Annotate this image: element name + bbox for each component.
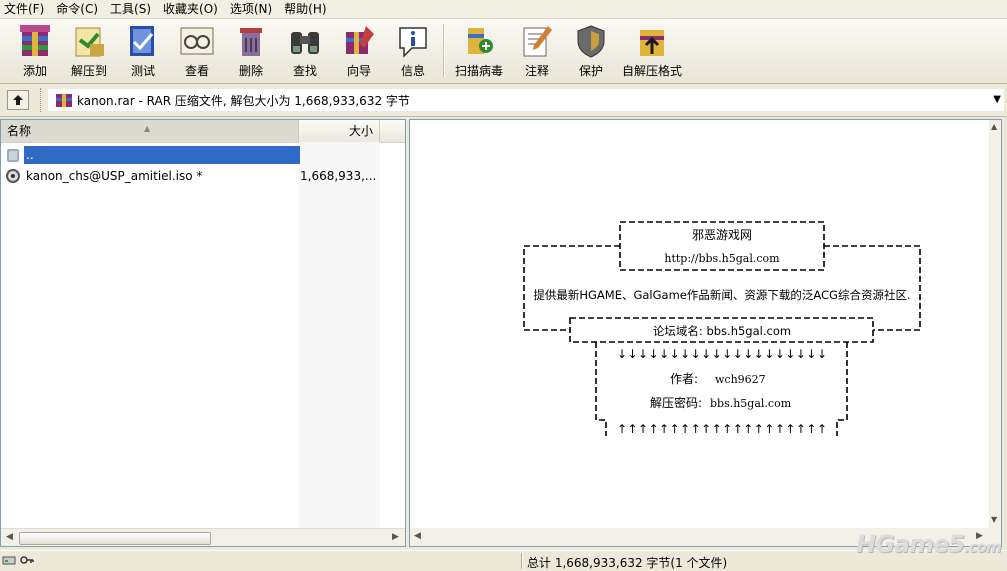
test-icon (130, 26, 154, 56)
view-button[interactable]: 查看 (170, 19, 224, 81)
drive-icon[interactable] (2, 554, 16, 566)
add-button[interactable]: 添加 (8, 19, 62, 81)
menu-command[interactable]: 命令(C) (50, 0, 104, 18)
status-icons (2, 554, 34, 566)
up-folder-button[interactable] (7, 90, 29, 110)
row-name: kanon_chs@USP_amitiel.iso * (26, 169, 203, 183)
down-arrow-row: ↓↓↓↓↓↓↓↓↓↓↓↓↓↓↓↓↓↓↓↓ (617, 347, 827, 361)
site-watermark: HGame5.com (856, 530, 1001, 558)
delete-label: 删除 (238, 64, 263, 78)
comment-icon (523, 26, 552, 57)
view-label: 查看 (184, 64, 209, 78)
author-value: wch9627 (715, 373, 766, 386)
sfx-button[interactable]: 自解压格式 (618, 19, 686, 81)
delete-icon (240, 28, 262, 56)
parent-folder-icon (7, 149, 19, 162)
row-size: 1,668,933,... (300, 169, 376, 183)
menu-favorites[interactable]: 收藏夹(O) (157, 0, 224, 18)
size-column-background (299, 142, 380, 528)
virus-scan-icon (468, 28, 493, 54)
comment-button[interactable]: 注释 (510, 19, 564, 81)
find-label: 查找 (292, 64, 317, 78)
delete-button[interactable]: 删除 (224, 19, 278, 81)
lower-box-right (836, 342, 848, 436)
menu-tools[interactable]: 工具(S) (104, 0, 157, 18)
menu-bar: 文件(F) 命令(C) 工具(S) 收藏夹(O) 选项(N) 帮助(H) (0, 0, 1007, 19)
address-field[interactable]: kanon.rar - RAR 压缩文件, 解包大小为 1,668,933,63… (48, 89, 1004, 111)
sfx-icon (640, 30, 664, 56)
comment-label: 注释 (524, 64, 549, 78)
watermark-suffix: .com (963, 538, 1002, 556)
forum-domain: 论坛域名: bbs.h5gal.com (653, 324, 791, 338)
virus-scan-label: 扫描病毒 (454, 64, 503, 78)
add-archive-icon (20, 25, 50, 56)
address-text: kanon.rar - RAR 压缩文件, 解包大小为 1,668,933,63… (77, 93, 410, 108)
scroll-left-icon[interactable]: ◀ (414, 531, 421, 541)
file-list-header: 名称 ▲ 大小 (1, 120, 405, 143)
wizard-icon (346, 26, 374, 54)
comment-panel: 邪恶游戏网 http://bbs.h5gal.com 提供最新HGAME、Gal… (409, 119, 1002, 547)
comment-vertical-scrollbar[interactable]: ▲ ▼ (989, 120, 1001, 546)
status-total: 总计 1,668,933,632 字节(1 个文件) (527, 556, 728, 570)
sort-ascending-icon: ▲ (144, 124, 151, 133)
wizard-label: 向导 (346, 64, 371, 78)
file-list-panel: 名称 ▲ 大小 .. kanon_chs@USP_amitiel.iso * 1… (0, 119, 406, 547)
watermark-main: HGame5 (856, 530, 965, 558)
key-icon[interactable] (20, 554, 34, 566)
up-arrow-row: ↑↑↑↑↑↑↑↑↑↑↑↑↑↑↑↑↑↑↑↑ (617, 422, 827, 436)
scroll-down-icon[interactable]: ▼ (991, 515, 997, 524)
password-label: 解压密码: (650, 395, 702, 410)
protect-button[interactable]: 保护 (564, 19, 618, 81)
toolbar-separator (443, 24, 445, 78)
address-bar: kanon.rar - RAR 压缩文件, 解包大小为 1,668,933,63… (0, 84, 1007, 117)
status-divider (521, 553, 523, 569)
column-header-size[interactable]: 大小 (300, 120, 380, 142)
chevron-down-icon[interactable]: ▼ (993, 94, 1001, 105)
add-label: 添加 (22, 64, 47, 78)
toolbar: 添加 解压到 测试 查看 删除 查找 向导 信息 扫描病毒 注释 保护 自解压格… (0, 19, 1007, 84)
rar-archive-icon (56, 94, 72, 107)
site-url: http://bbs.h5gal.com (664, 252, 780, 265)
comment-ascii-banner: 邪恶游戏网 http://bbs.h5gal.com 提供最新HGAME、Gal… (523, 221, 921, 436)
wizard-button[interactable]: 向导 (332, 19, 386, 81)
scroll-up-icon[interactable]: ▲ (991, 122, 997, 131)
address-grip (40, 88, 44, 112)
scroll-left-icon[interactable]: ◀ (6, 532, 13, 542)
scroll-right-icon[interactable]: ▶ (392, 532, 399, 542)
find-button[interactable]: 查找 (278, 19, 332, 81)
password-value: bbs.h5gal.com (710, 397, 792, 410)
extract-to-button[interactable]: 解压到 (62, 19, 116, 81)
menu-options[interactable]: 选项(N) (224, 0, 278, 18)
column-name-label: 名称 (7, 124, 32, 138)
extract-to-icon (75, 27, 104, 57)
test-button[interactable]: 测试 (116, 19, 170, 81)
protect-label: 保护 (578, 64, 603, 78)
row-name: .. (24, 146, 300, 164)
author-label: 作者: (670, 372, 698, 386)
site-description: 提供最新HGAME、GalGame作品新闻、资源下载的泛ACG综合资源社区. (533, 288, 910, 302)
info-icon (399, 27, 427, 58)
scrollbar-thumb[interactable] (19, 532, 211, 545)
protect-icon (577, 25, 605, 58)
extract-to-label: 解压到 (70, 64, 107, 78)
up-arrow-icon (13, 95, 23, 105)
info-button[interactable]: 信息 (386, 19, 440, 81)
site-name: 邪恶游戏网 (692, 228, 752, 242)
disc-image-icon (6, 169, 20, 183)
table-row-iso[interactable]: kanon_chs@USP_amitiel.iso * 1,668,933,..… (1, 166, 405, 186)
test-label: 测试 (130, 64, 155, 78)
column-size-label: 大小 (348, 124, 373, 138)
find-icon (291, 32, 319, 54)
table-row-parent[interactable]: .. (1, 145, 405, 165)
view-icon (180, 27, 214, 55)
info-label: 信息 (400, 64, 425, 78)
column-header-name[interactable]: 名称 ▲ (1, 120, 299, 142)
menu-file[interactable]: 文件(F) (0, 0, 50, 18)
file-list-horizontal-scrollbar[interactable]: ◀ ▶ (1, 528, 405, 546)
virus-scan-button[interactable]: 扫描病毒 (448, 19, 510, 81)
lower-box-left (595, 342, 607, 436)
menu-help[interactable]: 帮助(H) (278, 0, 332, 18)
sfx-label: 自解压格式 (621, 64, 682, 78)
